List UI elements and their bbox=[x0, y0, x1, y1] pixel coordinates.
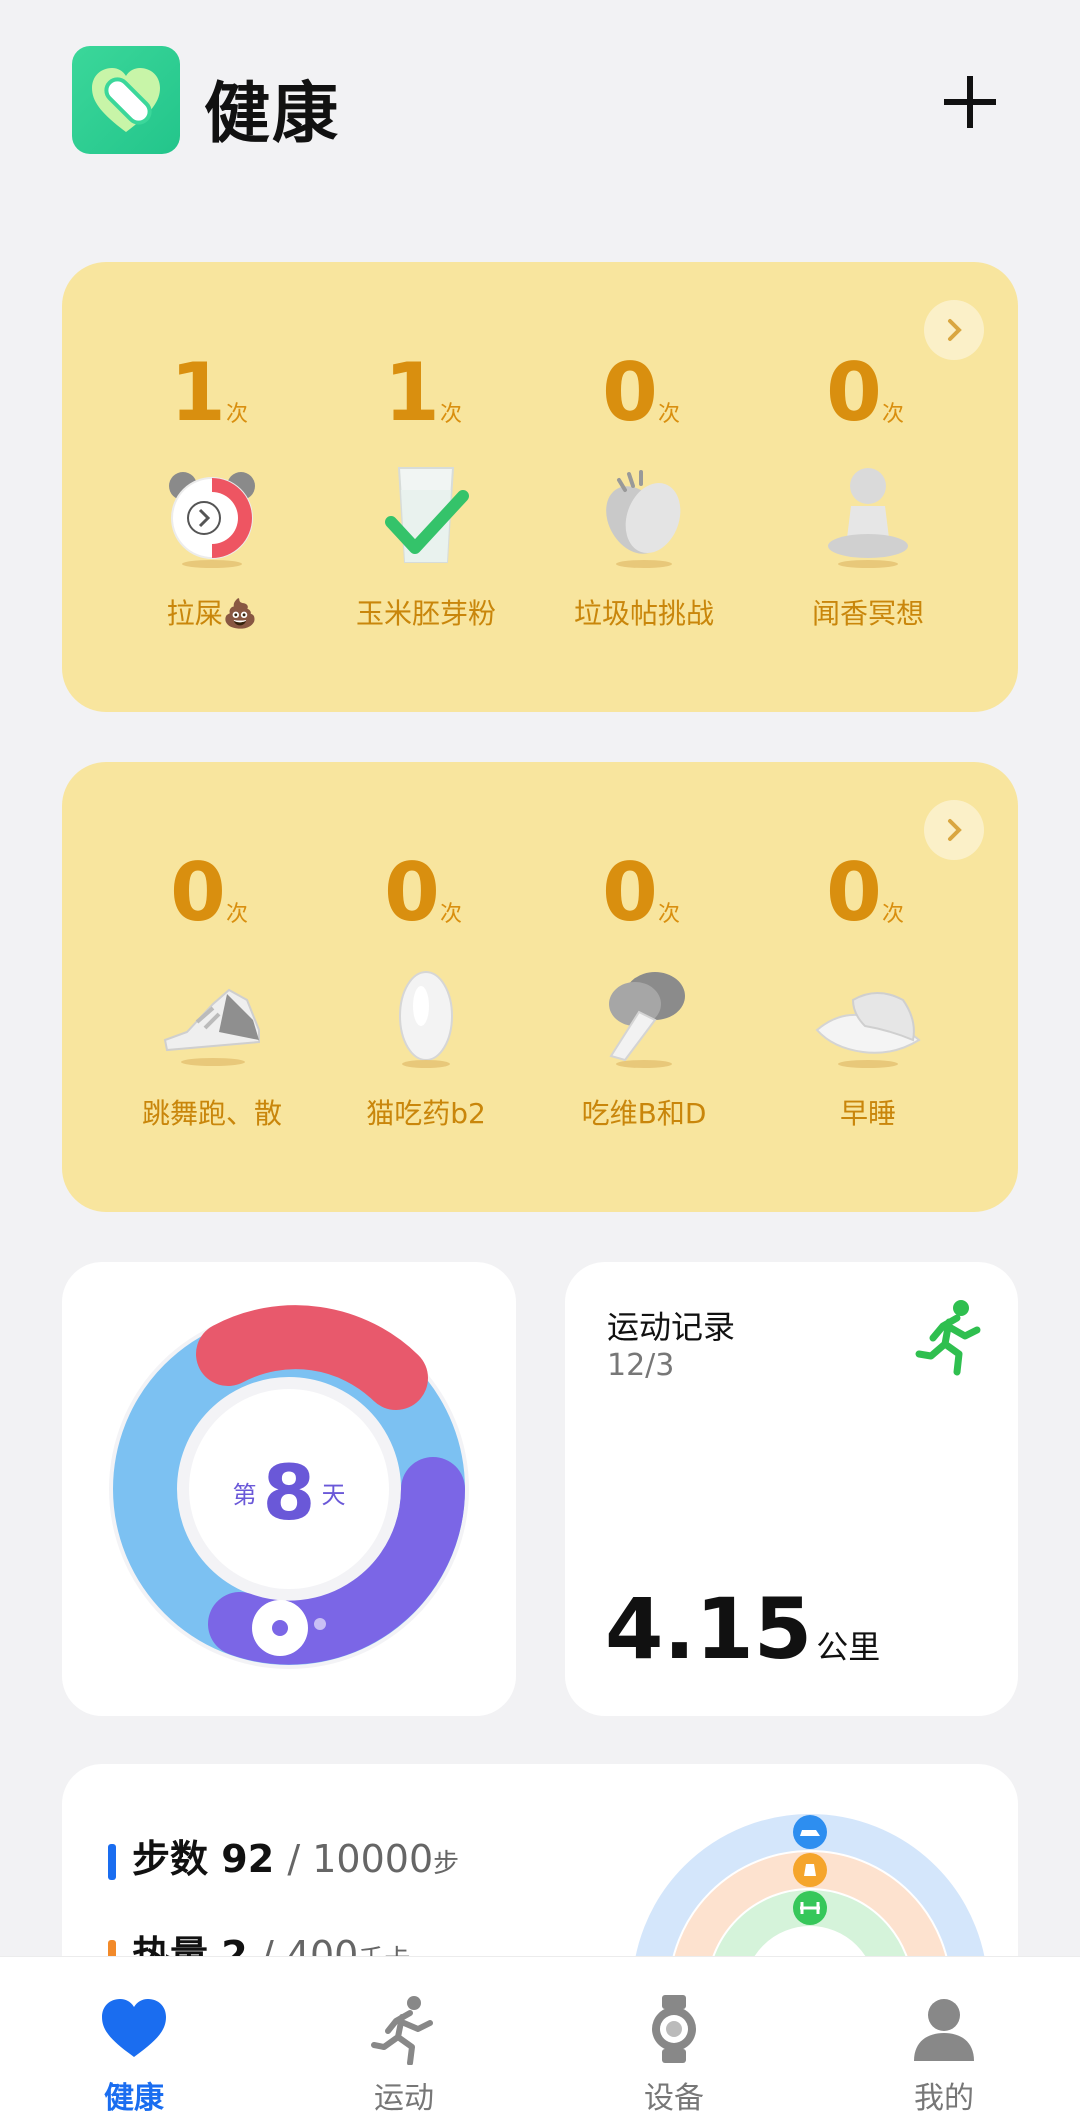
plus-icon bbox=[944, 76, 996, 128]
habit-count: 1 bbox=[170, 346, 226, 439]
exercise-date: 12/3 bbox=[607, 1348, 675, 1383]
steps-goal: / 10000 bbox=[287, 1837, 434, 1881]
nav-item-exercise[interactable]: 运动 bbox=[304, 1957, 504, 2119]
page-title: 健康 bbox=[204, 75, 340, 152]
cycle-suffix: 天 bbox=[321, 1481, 346, 1509]
habit-item[interactable]: 0 次 早睡 bbox=[758, 762, 978, 1212]
habit-item[interactable]: 0 次 吃维B和D bbox=[534, 762, 754, 1212]
meditation-icon bbox=[828, 468, 908, 568]
exercise-unit: 公里 bbox=[816, 1628, 881, 1666]
steps-metric: 步数 92 / 10000步 bbox=[108, 1828, 459, 1883]
steps-bar bbox=[108, 1843, 116, 1880]
habit-label: 垃圾帖挑战 bbox=[573, 597, 714, 630]
habit-unit: 次 bbox=[440, 402, 463, 427]
bok-choy-icon bbox=[609, 972, 685, 1068]
pill-icon bbox=[399, 971, 453, 1068]
habit-count: 1 bbox=[384, 346, 440, 439]
steps-unit: 步 bbox=[433, 1849, 460, 1879]
habit-label: 闻香冥想 bbox=[811, 597, 924, 630]
nav-label: 运动 bbox=[374, 2081, 434, 2116]
habit-unit: 次 bbox=[440, 902, 463, 927]
cycle-day-label: 第8 天 bbox=[62, 1448, 516, 1537]
nav-item-health[interactable]: 健康 bbox=[34, 1957, 234, 2119]
cycle-day: 8 bbox=[262, 1448, 316, 1537]
watch-icon bbox=[652, 1995, 696, 2063]
habit-count: 0 bbox=[384, 846, 440, 939]
heart-icon bbox=[102, 1999, 166, 2057]
habit-item[interactable]: 0 次 垃圾帖挑战 bbox=[534, 262, 754, 712]
habit-card[interactable]: 0 次 跳舞跑、散 0 次 猫吃药b2 0 次 吃维B和D 0 次 早睡 bbox=[62, 762, 1018, 1212]
running-icon bbox=[371, 1996, 433, 2065]
habit-label: 拉屎💩 bbox=[166, 597, 258, 630]
nav-label: 设备 bbox=[644, 2081, 704, 2116]
running-icon bbox=[915, 1300, 981, 1376]
habit-item[interactable]: 1 次 拉屎💩 bbox=[102, 262, 322, 712]
person-icon bbox=[914, 1999, 974, 2061]
steps-label: 步数 bbox=[132, 1837, 209, 1881]
habit-item[interactable]: 1 次 玉米胚芽粉 bbox=[316, 262, 536, 712]
nav-label: 我的 bbox=[914, 2081, 974, 2116]
exercise-record-card[interactable]: 运动记录 12/3 4.15 公里 bbox=[565, 1262, 1018, 1716]
add-button[interactable] bbox=[930, 62, 1010, 142]
habit-item[interactable]: 0 次 闻香冥想 bbox=[758, 262, 978, 712]
cycle-prefix: 第 bbox=[232, 1481, 257, 1509]
habit-item[interactable]: 0 次 猫吃药b2 bbox=[316, 762, 536, 1212]
pillow-icon bbox=[815, 992, 921, 1068]
steps-value: 92 bbox=[221, 1837, 275, 1881]
habit-unit: 次 bbox=[658, 902, 681, 927]
habit-count: 0 bbox=[826, 846, 882, 939]
water-glass-check-icon bbox=[385, 467, 469, 563]
clapping-hands-icon bbox=[606, 470, 681, 568]
habit-count: 0 bbox=[602, 846, 658, 939]
header: 健康 bbox=[0, 0, 1080, 200]
alarm-clock-icon bbox=[169, 472, 255, 568]
habit-label: 猫吃药b2 bbox=[366, 1097, 486, 1130]
bottom-nav: 健康 运动 设备 我的 bbox=[0, 1956, 1080, 2119]
habit-unit: 次 bbox=[882, 902, 905, 927]
exercise-distance: 4.15 公里 bbox=[605, 1580, 880, 1678]
nav-item-profile[interactable]: 我的 bbox=[844, 1957, 1044, 2119]
habit-card[interactable]: 1 次 拉屎💩 1 次 玉米胚芽粉 0 次 垃圾帖挑战 0 次 闻香冥想 bbox=[62, 262, 1018, 712]
habit-count: 0 bbox=[826, 346, 882, 439]
exercise-value: 4.15 bbox=[605, 1580, 813, 1678]
habit-unit: 次 bbox=[658, 402, 681, 427]
app-logo bbox=[72, 46, 180, 154]
nav-item-devices[interactable]: 设备 bbox=[574, 1957, 774, 2119]
habit-unit: 次 bbox=[226, 902, 249, 927]
nav-label: 健康 bbox=[104, 2081, 164, 2116]
exercise-title: 运动记录 bbox=[607, 1308, 736, 1346]
habit-item[interactable]: 0 次 跳舞跑、散 bbox=[102, 762, 322, 1212]
habit-label: 早睡 bbox=[839, 1097, 896, 1130]
habit-unit: 次 bbox=[882, 402, 905, 427]
habit-count: 0 bbox=[602, 346, 658, 439]
cycle-card[interactable]: 第8 天 bbox=[62, 1262, 516, 1716]
habit-label: 吃维B和D bbox=[581, 1097, 707, 1130]
habit-label: 跳舞跑、散 bbox=[141, 1097, 282, 1130]
habit-unit: 次 bbox=[226, 402, 249, 427]
sneaker-icon bbox=[163, 988, 260, 1066]
habit-count: 0 bbox=[170, 846, 226, 939]
habit-label: 玉米胚芽粉 bbox=[355, 597, 496, 630]
